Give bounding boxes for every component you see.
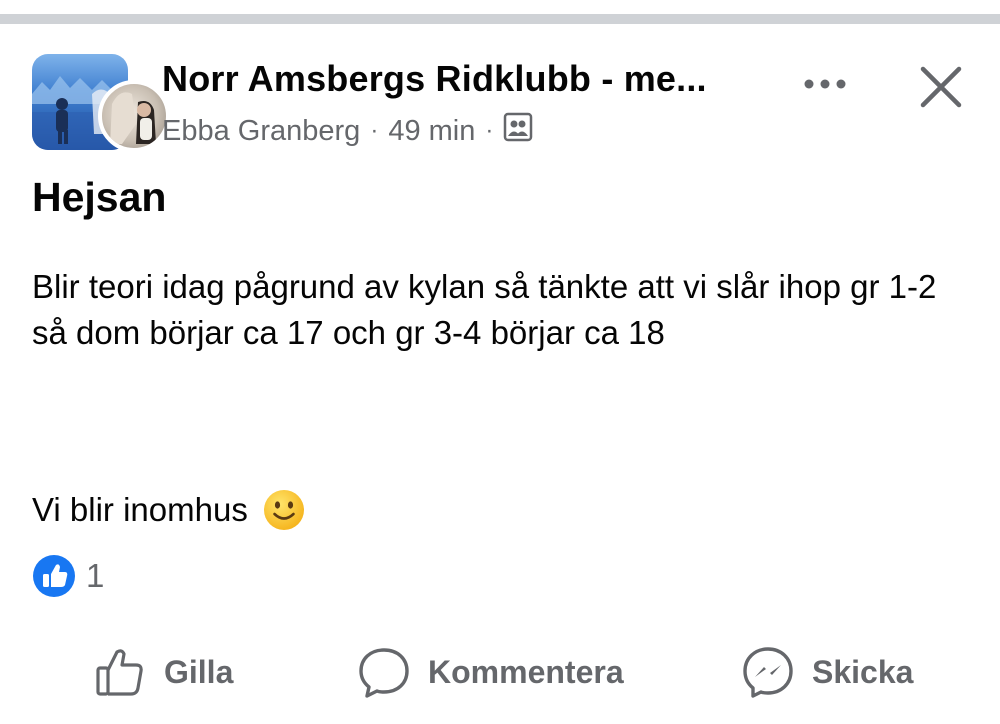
like-button-label: Gilla [164, 653, 234, 690]
top-divider-bar [0, 14, 1000, 24]
reaction-summary[interactable]: 1 [32, 554, 104, 598]
comment-icon [359, 648, 409, 698]
close-button[interactable] [912, 58, 970, 116]
author-name[interactable]: Ebba Granberg [162, 115, 360, 148]
post-time[interactable]: 49 min [388, 115, 475, 148]
slightly-smiling-face-icon [263, 490, 304, 530]
meta-separator: · [370, 117, 379, 144]
send-button[interactable]: Skicka [740, 636, 913, 708]
comment-button[interactable]: Kommentera [356, 636, 624, 708]
post-meta: Ebba Granberg · 49 min · [162, 112, 533, 150]
messenger-icon [743, 647, 793, 698]
post-closing-text: Vi blir inomhus [32, 491, 248, 528]
group-name[interactable]: Norr Amsbergs Ridklubb - me... [162, 58, 782, 100]
post-closing-line: Vi blir inomhus [32, 488, 306, 532]
more-options-button[interactable] [796, 64, 854, 104]
close-icon [920, 66, 962, 108]
like-count: 1 [86, 557, 105, 594]
like-icon [33, 555, 75, 597]
thumbs-up-icon [96, 649, 143, 696]
action-bar: Gilla Kommentera Skicka [0, 636, 1000, 708]
group-avatar[interactable] [32, 54, 170, 152]
author-avatar[interactable] [98, 80, 170, 152]
post-body: Blir teori idag pågrund av kylan så tänk… [32, 268, 937, 351]
more-icon [804, 79, 846, 89]
send-button-label: Skicka [812, 653, 914, 690]
post-title: Hejsan [32, 174, 167, 220]
like-button[interactable]: Gilla [92, 636, 233, 708]
comment-button-label: Kommentera [428, 653, 624, 690]
group-members-icon [503, 112, 533, 150]
meta-separator: · [485, 117, 494, 144]
